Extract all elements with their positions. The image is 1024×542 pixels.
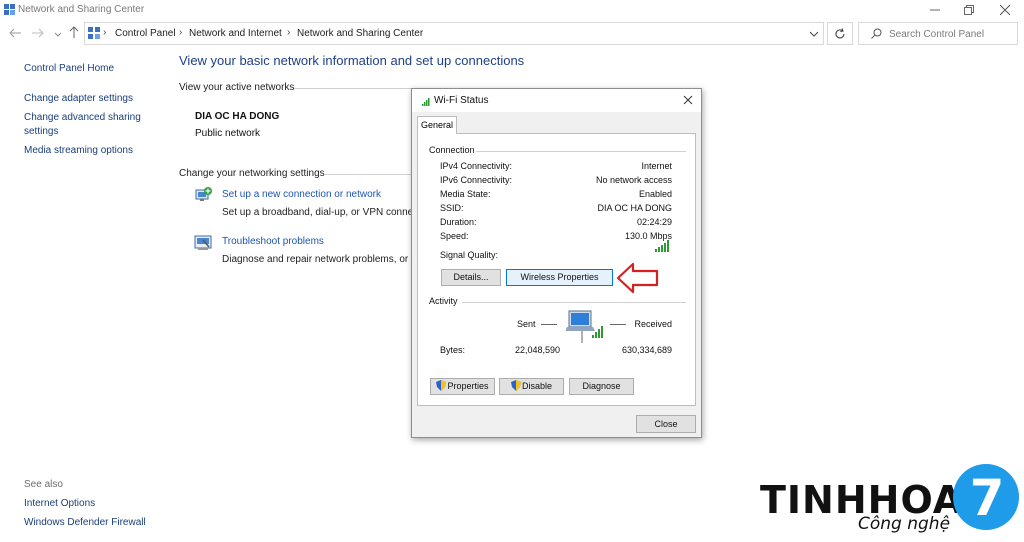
ipv6-value: No network access [595, 175, 672, 185]
logo-number: 7 [970, 469, 1005, 527]
window-title: Network and Sharing Center [18, 4, 145, 15]
ipv4-label: IPv4 Connectivity: [440, 161, 513, 171]
navigation-row: › Control Panel › Network and Internet ›… [0, 22, 1024, 46]
breadcrumb-network-sharing-center[interactable]: Network and Sharing Center [297, 28, 423, 39]
ipv6-label: IPv6 Connectivity: [440, 175, 513, 185]
up-button[interactable] [66, 26, 82, 42]
breadcrumb-control-panel[interactable]: Control Panel [115, 28, 176, 39]
arrow-right-icon [32, 28, 44, 38]
minimize-icon [930, 9, 940, 11]
wireless-properties-button[interactable]: Wireless Properties [506, 269, 613, 286]
section-divider [324, 174, 414, 175]
back-button[interactable] [7, 26, 23, 42]
network-app-icon [4, 4, 15, 15]
disable-button-label: Disable [521, 381, 552, 391]
minimize-button[interactable] [918, 0, 952, 20]
change-settings-heading: Change your networking settings [179, 168, 325, 179]
bytes-sent-value: 22,048,590 [515, 345, 561, 355]
change-adapter-settings-link[interactable]: Change adapter settings [24, 93, 133, 104]
windows-defender-firewall-link[interactable]: Windows Defender Firewall [24, 517, 146, 528]
properties-button-label: Properties [447, 381, 489, 391]
troubleshoot-problems-link[interactable]: Troubleshoot problems [222, 236, 324, 247]
troubleshoot-problems-description: Diagnose and repair network problems, or… [222, 254, 412, 265]
restore-button[interactable] [952, 0, 986, 20]
chevron-down-icon[interactable] [809, 28, 819, 40]
media-state-value: Enabled [638, 189, 672, 199]
signal-bars-icon [655, 240, 669, 252]
tab-general[interactable]: General [417, 116, 457, 134]
duration-value: 02:24:29 [636, 217, 672, 227]
window-titlebar: Network and Sharing Center [0, 0, 1024, 20]
breadcrumb-separator-icon: › [287, 27, 291, 38]
signal-quality-label: Signal Quality: [440, 250, 499, 260]
network-name: DIA OC HA DONG [195, 111, 280, 122]
address-bar[interactable]: › Control Panel › Network and Internet ›… [84, 22, 824, 45]
search-icon [871, 28, 882, 39]
page-title: View your basic network information and … [179, 53, 525, 68]
group-divider [476, 151, 686, 152]
refresh-button[interactable] [827, 22, 853, 45]
logo-tagline: Công nghệ [858, 514, 951, 534]
logo-seven-badge: 7 [953, 464, 1019, 530]
media-state-label: Media State: [440, 189, 491, 199]
ipv4-value: Internet [641, 161, 672, 171]
set-up-connection-description: Set up a broadband, dial-up, or VPN conn… [222, 207, 412, 218]
received-label: Received [634, 319, 672, 329]
change-advanced-sharing-link-line2[interactable]: settings [24, 126, 58, 137]
arrow-left-icon [9, 28, 21, 38]
see-also-label: See also [24, 479, 63, 490]
wifi-signal-icon [422, 98, 430, 106]
ssid-label: SSID: [440, 203, 464, 213]
properties-button[interactable]: Properties [430, 378, 495, 395]
dialog-close-icon[interactable] [681, 93, 695, 107]
active-networks-heading: View your active networks [179, 82, 295, 93]
new-connection-icon [195, 187, 212, 201]
section-divider [294, 88, 414, 89]
ssid-value: DIA OC HA DONG [597, 203, 672, 213]
connection-group-label: Connection [429, 145, 475, 155]
disable-button[interactable]: Disable [499, 378, 564, 395]
internet-options-link[interactable]: Internet Options [24, 498, 95, 509]
chevron-down-icon [54, 32, 62, 37]
diagnose-button[interactable]: Diagnose [569, 378, 634, 395]
red-arrow-annotation [616, 262, 659, 294]
restore-icon [964, 5, 974, 15]
change-advanced-sharing-link[interactable]: Change advanced sharing [24, 112, 141, 123]
troubleshoot-icon [194, 235, 212, 250]
arrow-up-icon [69, 26, 79, 38]
received-line [610, 324, 626, 325]
bytes-received-value: 630,334,689 [621, 345, 672, 355]
set-up-connection-link[interactable]: Set up a new connection or network [222, 189, 381, 200]
forward-button[interactable] [30, 26, 46, 42]
activity-group-label: Activity [429, 296, 458, 306]
recent-locations-button[interactable] [50, 26, 66, 42]
network-activity-icon [566, 310, 603, 343]
duration-label: Duration: [440, 217, 477, 227]
search-input[interactable] [889, 26, 1014, 42]
network-type: Public network [195, 128, 261, 139]
details-button[interactable]: Details... [441, 269, 501, 286]
search-box[interactable] [858, 22, 1018, 45]
breadcrumb-network-and-internet[interactable]: Network and Internet [189, 28, 282, 39]
tinhhoa-logo: TINHHOA 7 Công nghệ [760, 462, 1024, 542]
close-button[interactable]: Close [636, 415, 696, 433]
window-close-button[interactable] [988, 0, 1022, 20]
speed-label: Speed: [440, 231, 469, 241]
shield-icon [436, 380, 447, 391]
control-panel-icon [88, 27, 100, 39]
close-icon [999, 4, 1011, 16]
shield-icon [510, 380, 521, 391]
dialog-title: Wi-Fi Status [434, 95, 489, 106]
sent-line [541, 324, 557, 325]
media-streaming-options-link[interactable]: Media streaming options [24, 145, 133, 156]
control-panel-home-link[interactable]: Control Panel Home [24, 63, 114, 74]
breadcrumb-separator-icon: › [179, 27, 183, 38]
bytes-label: Bytes: [440, 345, 466, 355]
breadcrumb-separator-icon: › [103, 27, 107, 38]
group-divider [462, 302, 686, 303]
refresh-icon [835, 28, 845, 39]
dialog-titlebar: Wi-Fi Status [412, 89, 701, 112]
sent-label: Sent [517, 319, 536, 329]
